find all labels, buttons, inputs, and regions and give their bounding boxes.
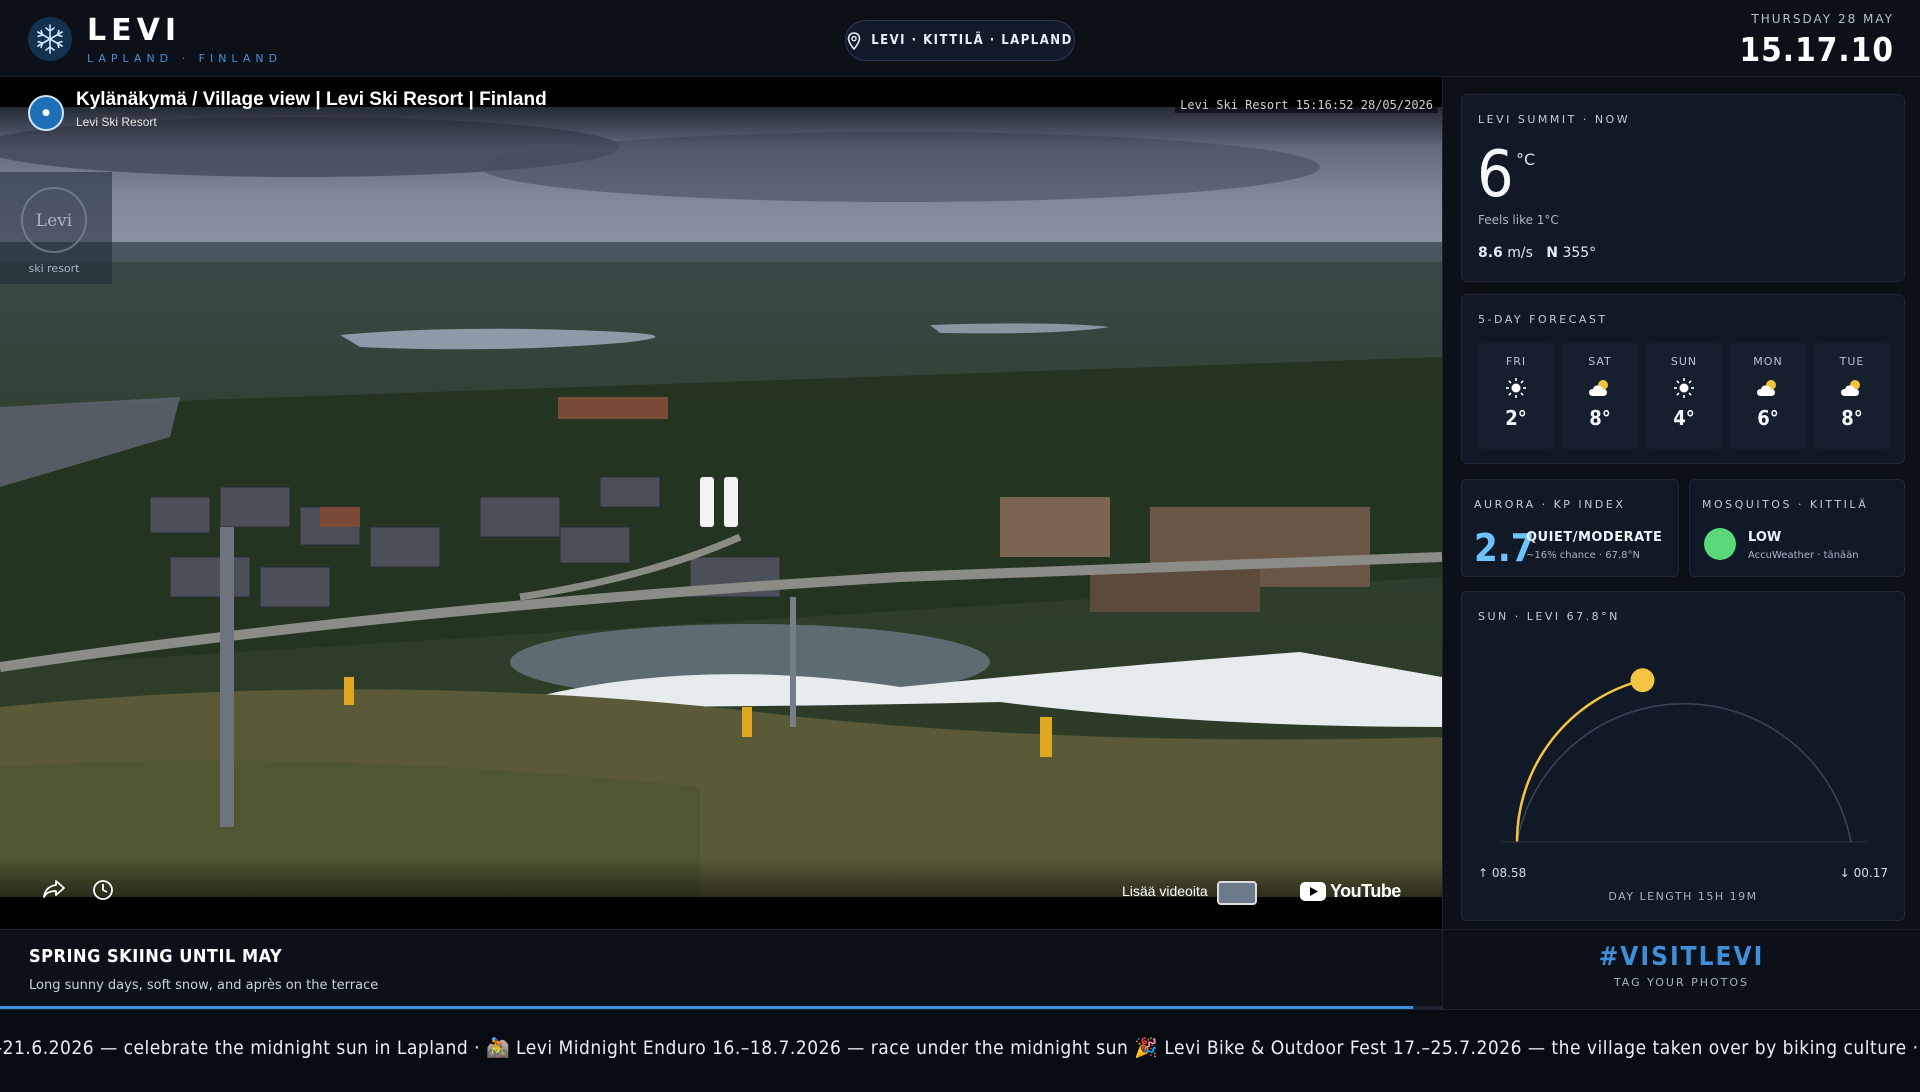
channel-name[interactable]: Levi Ski Resort xyxy=(76,115,157,129)
map-pin-icon xyxy=(847,31,861,50)
forecast-day-name: MON xyxy=(1753,355,1783,368)
clock-date: THURSDAY 28 MAY xyxy=(1751,12,1894,26)
wind-speed: 8.6 xyxy=(1478,245,1503,261)
mosquito-level: LOW xyxy=(1748,530,1782,545)
clock-time: 15.17.10 xyxy=(1739,30,1894,69)
wind-degrees: 355° xyxy=(1562,245,1597,261)
sun-title: SUN · LEVI 67.8°N xyxy=(1478,610,1620,623)
current-weather-title: LEVI SUMMIT · NOW xyxy=(1478,113,1631,126)
forecast-day-name: SUN xyxy=(1670,355,1698,368)
mosquito-source: AccuWeather · tänään xyxy=(1748,550,1859,561)
forecast-day-name: TUE xyxy=(1839,355,1865,368)
clock: THURSDAY 28 MAY 15.17.10 xyxy=(1739,12,1894,69)
day-length: DAY LENGTH 15H 19M xyxy=(1608,890,1758,903)
sun-card: SUN · LEVI 67.8°N ↑ 08.58 ↓ 00.17 DAY LE… xyxy=(1461,591,1905,921)
forecast-day-temp: 2° xyxy=(1505,406,1527,430)
aurora-card: AURORA · KP INDEX 2.7 QUIET/MODERATE ~16… xyxy=(1461,479,1679,577)
mosquito-level-indicator xyxy=(1704,528,1736,560)
forecast-day: SUN 4° xyxy=(1646,343,1722,449)
channel-avatar[interactable]: ● xyxy=(28,95,64,131)
top-header: LEVI LAPLAND · FINLAND LEVI · KITTILÄ · … xyxy=(0,0,1920,77)
ticker-text: -21.6.2026 — celebrate the midnight sun … xyxy=(0,1037,1920,1059)
more-videos-link[interactable]: Lisää videoita xyxy=(1122,883,1208,899)
mosquito-title: MOSQUITOS · KITTILÄ xyxy=(1702,498,1869,511)
partly-cloudy-icon xyxy=(1562,376,1638,400)
watermark-sub: ski resort xyxy=(29,262,81,275)
location-pill[interactable]: LEVI · KITTILÄ · LAPLAND xyxy=(845,20,1075,61)
pause-icon[interactable] xyxy=(700,477,740,527)
mosquito-card: MOSQUITOS · KITTILÄ LOW AccuWeather · tä… xyxy=(1689,479,1905,577)
brand-name: LEVI xyxy=(87,13,181,48)
resort-watermark: Levi ski resort xyxy=(0,172,112,284)
forecast-day-temp: 8° xyxy=(1589,406,1611,430)
share-icon[interactable] xyxy=(42,879,66,903)
brand: LEVI LAPLAND · FINLAND xyxy=(87,13,283,66)
promo-banner: SPRING SKIING UNTIL MAY Long sunny days,… xyxy=(0,929,1442,1009)
partly-cloudy-icon xyxy=(1730,376,1806,400)
sunrise-arrow-icon: ↑ xyxy=(1478,866,1489,880)
hashtag-subtitle: TAG YOUR PHOTOS xyxy=(1613,976,1750,989)
forecast-day: FRI 2° xyxy=(1478,343,1554,449)
sunset-arrow-icon: ↓ xyxy=(1839,866,1850,880)
sun-position-icon xyxy=(1630,668,1655,693)
more-videos-thumbnail[interactable] xyxy=(1217,881,1257,905)
promo-title: SPRING SKIING UNTIL MAY xyxy=(29,946,283,967)
hashtag-block: #VISITLEVI TAG YOUR PHOTOS xyxy=(1442,929,1920,1009)
forecast-day-name: FRI xyxy=(1505,355,1527,368)
forecast-day-name: SAT xyxy=(1588,355,1612,368)
camera-timestamp: Levi Ski Resort 15:16:52 28/05/2026 xyxy=(1175,97,1438,113)
location-label: LEVI · KITTILÄ · LAPLAND xyxy=(871,33,1073,48)
info-panel: LEVI SUMMIT · NOW 6 °C Feels like 1°C 8.… xyxy=(1442,77,1920,929)
sun-icon xyxy=(1478,376,1554,400)
sunrise-time: 08.58 xyxy=(1491,866,1527,880)
hashtag: #VISITLEVI xyxy=(1598,942,1765,972)
forecast-day-temp: 8° xyxy=(1841,406,1863,430)
brand-subtitle: LAPLAND · FINLAND xyxy=(87,52,283,65)
current-weather-card: LEVI SUMMIT · NOW 6 °C Feels like 1°C 8.… xyxy=(1461,94,1905,282)
forecast-day-temp: 4° xyxy=(1673,406,1695,430)
forecast-card: 5-DAY FORECAST FRI 2° SAT 8° SUN 4° MON xyxy=(1461,294,1905,464)
feels-like: Feels like 1°C xyxy=(1478,213,1559,227)
youtube-logo-text: YouTube xyxy=(1330,881,1401,901)
forecast-day-temp: 6° xyxy=(1757,406,1779,430)
snowflake-logo-icon xyxy=(28,17,72,61)
youtube-logo[interactable]: YouTube xyxy=(1300,881,1401,902)
forecast-day: TUE 8° xyxy=(1814,343,1890,449)
forecast-day: SAT 8° xyxy=(1562,343,1638,449)
watermark-name: Levi xyxy=(36,211,73,231)
forecast-day: MON 6° xyxy=(1730,343,1806,449)
sunrise: ↑ 08.58 xyxy=(1478,866,1526,880)
sun-path-arc xyxy=(1502,668,1866,843)
wind-readout: 8.6 m/s N 355° xyxy=(1478,245,1596,261)
wind-direction: N xyxy=(1546,245,1558,261)
aurora-chance: ~16% chance · 67.8°N xyxy=(1526,550,1641,561)
forecast-title: 5-DAY FORECAST xyxy=(1478,313,1608,326)
sun-progress-arc xyxy=(1515,678,1643,843)
temperature-unit: °C xyxy=(1516,150,1536,169)
aurora-status: QUIET/MODERATE xyxy=(1526,530,1663,545)
events-ticker: -21.6.2026 — celebrate the midnight sun … xyxy=(0,1009,1920,1092)
webcam-video-player[interactable]: Levi ski resort ● Kylänäkymä / Village v… xyxy=(0,77,1442,929)
sunset-time: 00.17 xyxy=(1853,866,1888,880)
aurora-title: AURORA · KP INDEX xyxy=(1474,498,1626,511)
promo-subtitle: Long sunny days, soft snow, and après on… xyxy=(29,978,379,993)
sunset: ↓ 00.17 xyxy=(1840,866,1888,880)
wind-unit: m/s xyxy=(1507,245,1533,261)
youtube-play-icon xyxy=(1300,882,1326,901)
partly-cloudy-icon xyxy=(1814,376,1890,400)
watch-later-icon[interactable] xyxy=(92,879,114,905)
video-title[interactable]: Kylänäkymä / Village view | Levi Ski Res… xyxy=(76,89,547,111)
current-temperature: 6 xyxy=(1477,138,1514,212)
sun-icon xyxy=(1646,376,1722,400)
